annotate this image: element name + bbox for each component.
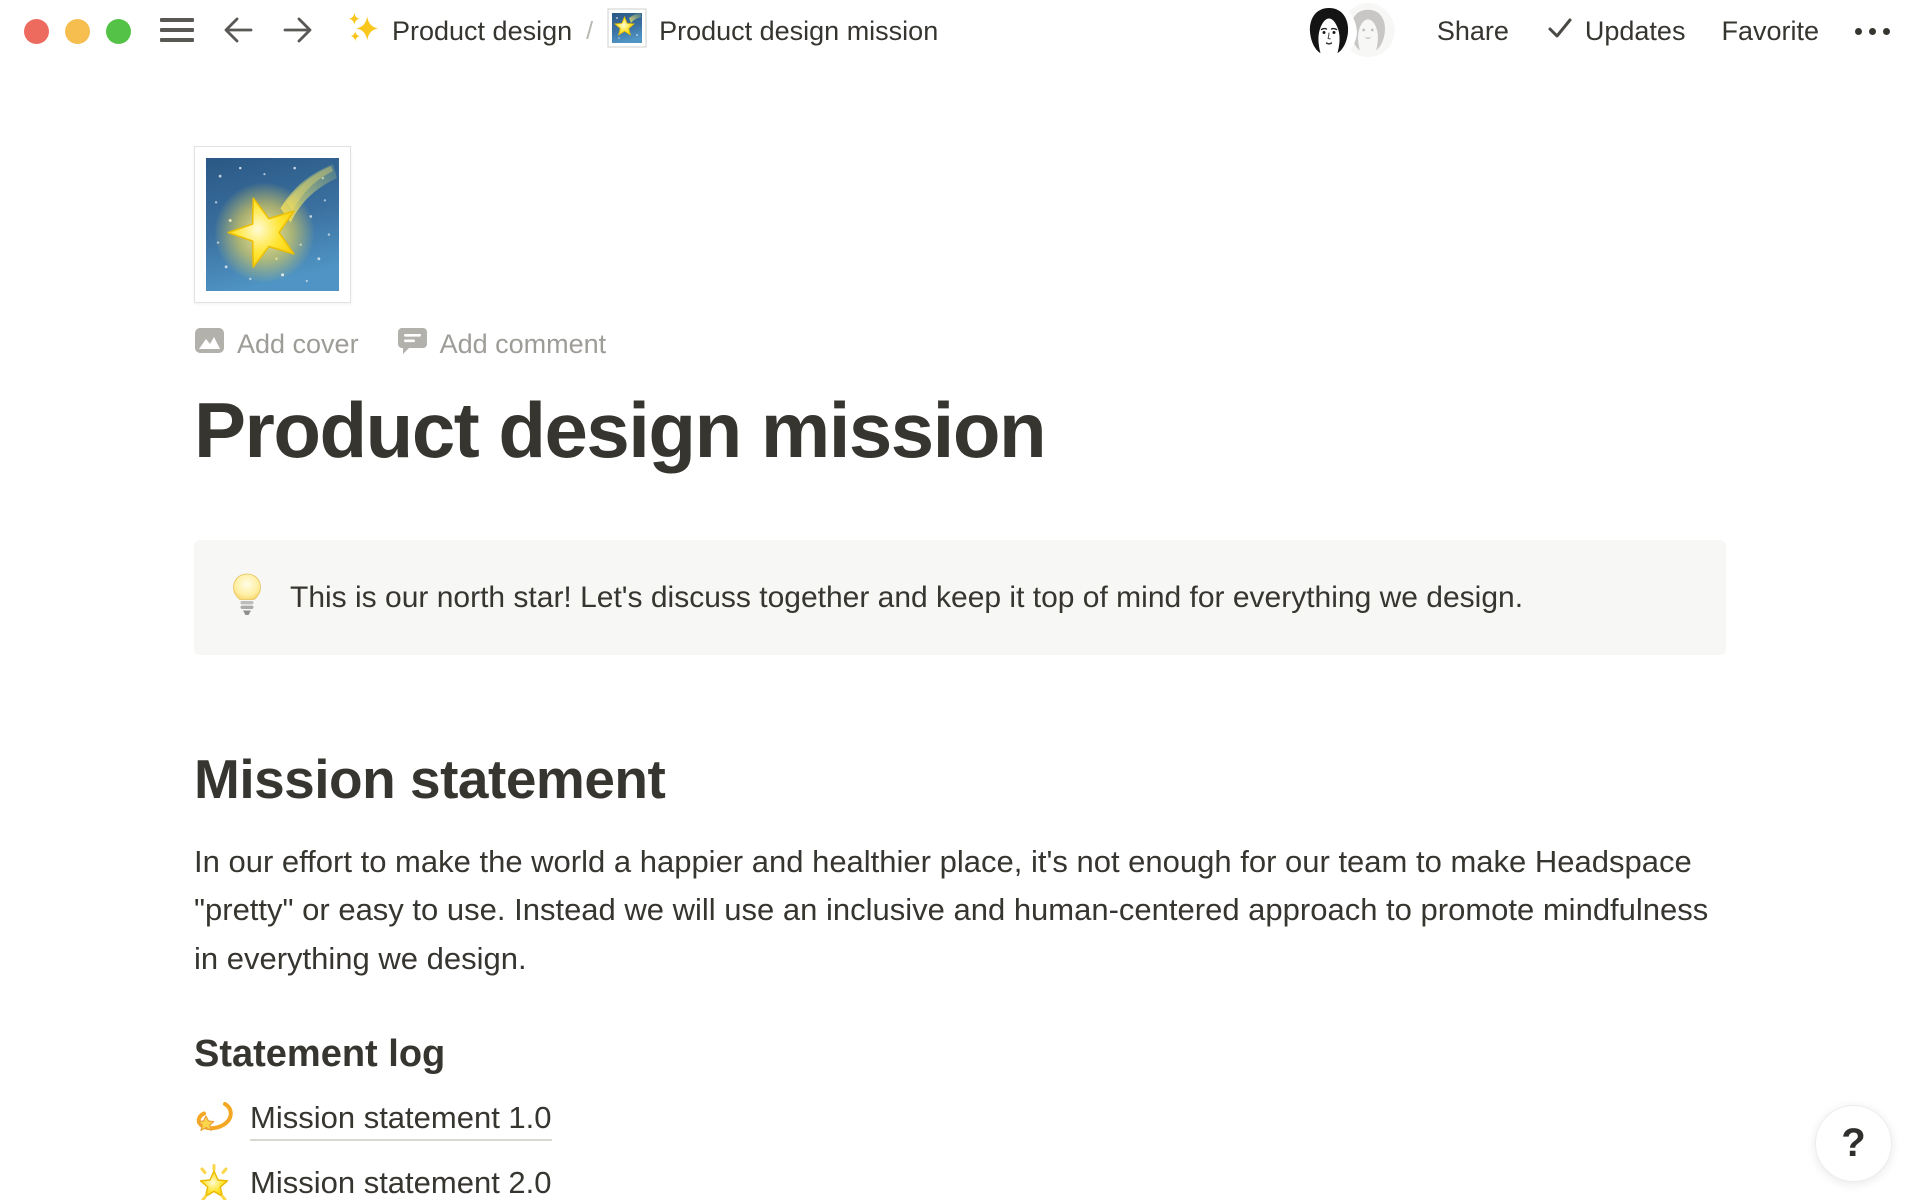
updates-label: Updates	[1585, 16, 1686, 47]
breadcrumb-item-product-design-mission[interactable]: Product design mission	[607, 8, 938, 55]
breadcrumb-label: Product design mission	[659, 16, 938, 47]
avatar	[1301, 3, 1357, 64]
page-actions-row: Add cover Add comment	[194, 325, 1726, 363]
ellipsis-icon	[1855, 28, 1890, 35]
help-button[interactable]: ?	[1815, 1105, 1892, 1182]
sidebar-menu-button[interactable]	[159, 15, 195, 48]
add-comment-button[interactable]: Add comment	[397, 325, 607, 363]
more-options-button[interactable]	[1855, 28, 1890, 35]
light-bulb-icon	[232, 573, 262, 622]
collaborator-avatars[interactable]	[1301, 3, 1397, 59]
favorite-button[interactable]: Favorite	[1721, 16, 1819, 47]
updates-button[interactable]: Updates	[1545, 13, 1686, 50]
shooting-star-image-icon	[206, 158, 339, 291]
glowing-star-icon	[194, 1163, 234, 1200]
comment-icon	[397, 325, 428, 363]
titlebar-actions: Share Updates Favorite	[1437, 13, 1890, 50]
page-title[interactable]: Product design mission	[194, 385, 1726, 476]
arrow-left-icon	[221, 13, 255, 50]
zoom-window-button[interactable]	[106, 19, 131, 44]
checkmark-icon	[1545, 13, 1575, 50]
dizzy-icon	[194, 1098, 234, 1143]
share-label: Share	[1437, 16, 1509, 47]
page-icon[interactable]	[194, 146, 351, 303]
window-titlebar: Product design / Product design mission	[0, 0, 1920, 62]
arrow-right-icon	[281, 13, 315, 50]
picture-icon	[194, 325, 225, 363]
page-link-mission-statement-1-0[interactable]: Mission statement 1.0	[194, 1098, 552, 1143]
back-button[interactable]	[221, 13, 255, 50]
minimize-window-button[interactable]	[65, 19, 90, 44]
forward-button[interactable]	[281, 13, 315, 50]
breadcrumb: Product design / Product design mission	[347, 8, 938, 55]
add-cover-label: Add cover	[237, 329, 359, 360]
statement-log-links: Mission statement 1.0 Mission statement …	[194, 1098, 1726, 1200]
add-cover-button[interactable]: Add cover	[194, 325, 359, 363]
page-content: Add cover Add comment Product design mis…	[194, 146, 1726, 1200]
mission-statement-heading[interactable]: Mission statement	[194, 747, 1726, 811]
sparkles-icon	[347, 11, 380, 51]
page-link-mission-statement-2-0[interactable]: Mission statement 2.0	[194, 1163, 552, 1200]
callout-text: This is our north star! Let's discuss to…	[290, 575, 1523, 620]
callout-block[interactable]: This is our north star! Let's discuss to…	[194, 540, 1726, 655]
share-button[interactable]: Share	[1437, 16, 1509, 47]
statement-log-heading[interactable]: Statement log	[194, 1033, 1726, 1076]
shooting-star-page-icon	[607, 8, 647, 55]
mission-statement-body[interactable]: In our effort to make the world a happie…	[194, 838, 1726, 983]
page-link-label: Mission statement 1.0	[250, 1100, 552, 1141]
hamburger-icon	[159, 15, 195, 48]
add-comment-label: Add comment	[440, 329, 607, 360]
traffic-lights	[24, 19, 131, 44]
favorite-label: Favorite	[1721, 16, 1819, 47]
question-mark-icon: ?	[1841, 1121, 1865, 1166]
page-link-label: Mission statement 2.0	[250, 1165, 552, 1200]
breadcrumb-item-product-design[interactable]: Product design	[347, 11, 572, 51]
close-window-button[interactable]	[24, 19, 49, 44]
breadcrumb-label: Product design	[392, 16, 572, 47]
breadcrumb-separator: /	[584, 17, 595, 46]
